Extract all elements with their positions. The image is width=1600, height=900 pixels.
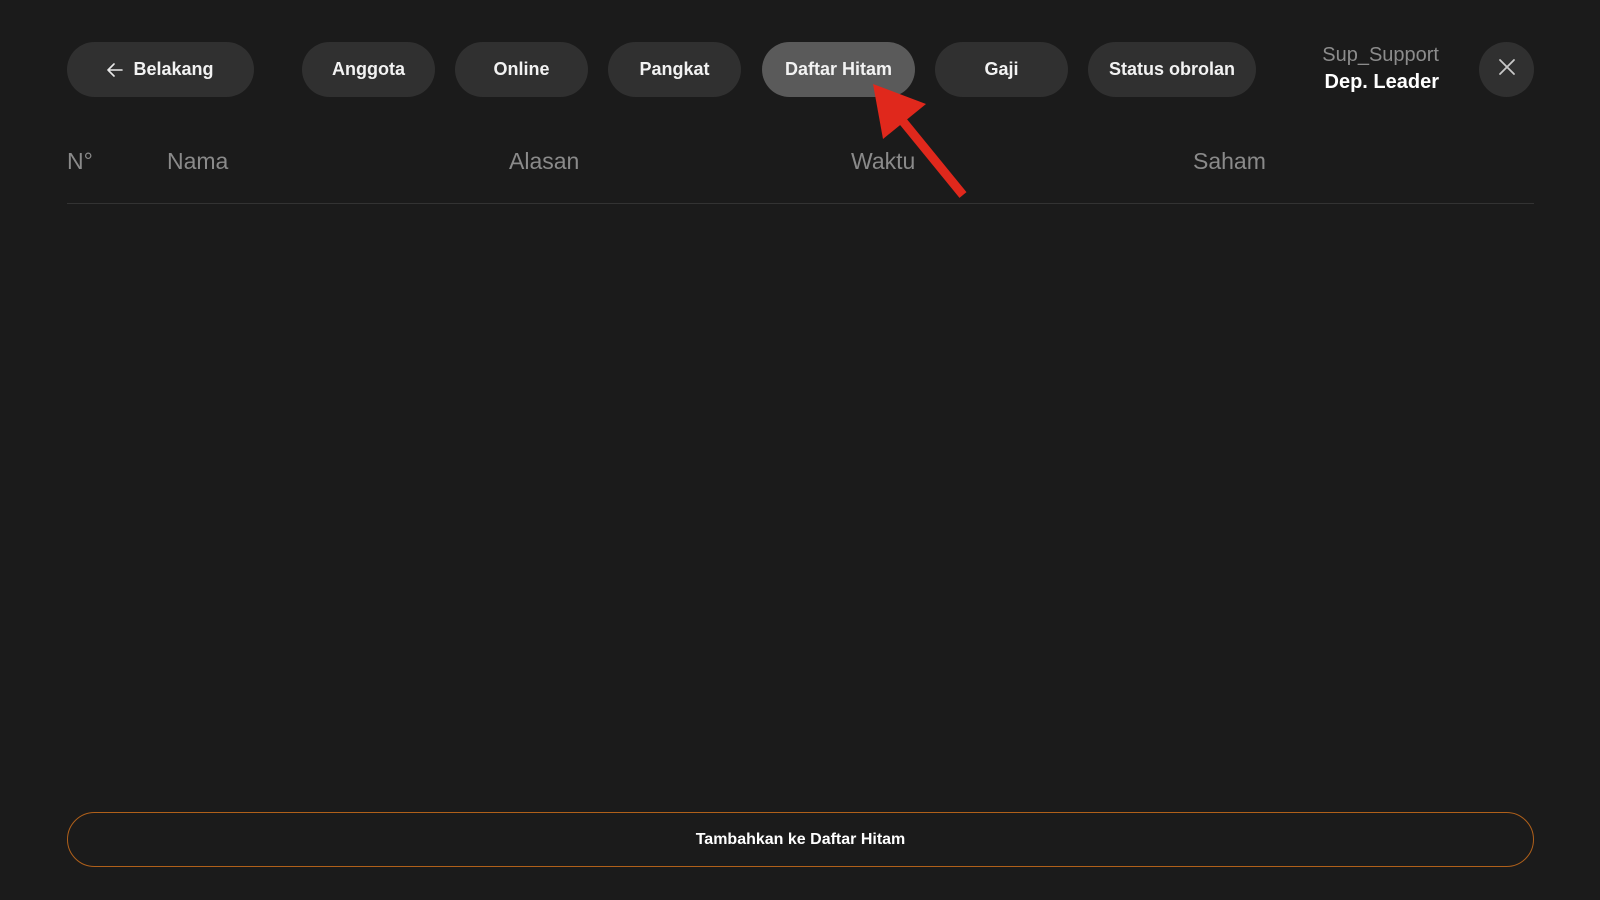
tab-label: Anggota xyxy=(332,59,405,79)
tab-label: Online xyxy=(493,59,550,79)
user-info: Sup_Support Dep. Leader xyxy=(1322,42,1439,96)
back-button[interactable]: Belakang xyxy=(67,42,254,97)
user-role: Dep. Leader xyxy=(1324,71,1439,93)
column-header-name: Nama xyxy=(167,148,229,174)
tab-anggota[interactable]: Anggota xyxy=(302,42,435,97)
add-to-blacklist-label: Tambahkan ke Daftar Hitam xyxy=(695,830,906,848)
column-header-reason: Alasan xyxy=(509,148,580,174)
user-name: Sup_Support xyxy=(1322,44,1439,66)
annotation-arrow-icon xyxy=(873,84,967,198)
add-to-blacklist-button[interactable]: Tambahkan ke Daftar Hitam xyxy=(67,812,1534,867)
tab-status-obrolan[interactable]: Status obrolan xyxy=(1088,42,1256,97)
tab-label: Pangkat xyxy=(639,59,710,79)
header-divider xyxy=(67,203,1534,204)
tab-label: Gaji xyxy=(984,59,1019,79)
close-button[interactable] xyxy=(1479,42,1534,97)
tab-pangkat[interactable]: Pangkat xyxy=(608,42,741,97)
guild-blacklist-screen: Belakang Anggota Online Pangkat Daftar H… xyxy=(0,0,1600,900)
tab-gaji[interactable]: Gaji xyxy=(935,42,1068,97)
column-header-number: N° xyxy=(67,148,93,174)
close-icon xyxy=(1498,58,1516,81)
column-header-action: Saham xyxy=(1193,148,1266,174)
tab-online[interactable]: Online xyxy=(455,42,588,97)
tab-label: Status obrolan xyxy=(1108,59,1235,79)
column-header-time: Waktu xyxy=(851,148,916,174)
table-header: N° Nama Alasan Waktu Saham xyxy=(0,146,1600,176)
tab-daftar-hitam[interactable]: Daftar Hitam xyxy=(762,42,915,97)
arrow-left-icon xyxy=(107,62,124,77)
back-button-label: Belakang xyxy=(133,59,214,79)
tab-label: Daftar Hitam xyxy=(784,59,893,79)
